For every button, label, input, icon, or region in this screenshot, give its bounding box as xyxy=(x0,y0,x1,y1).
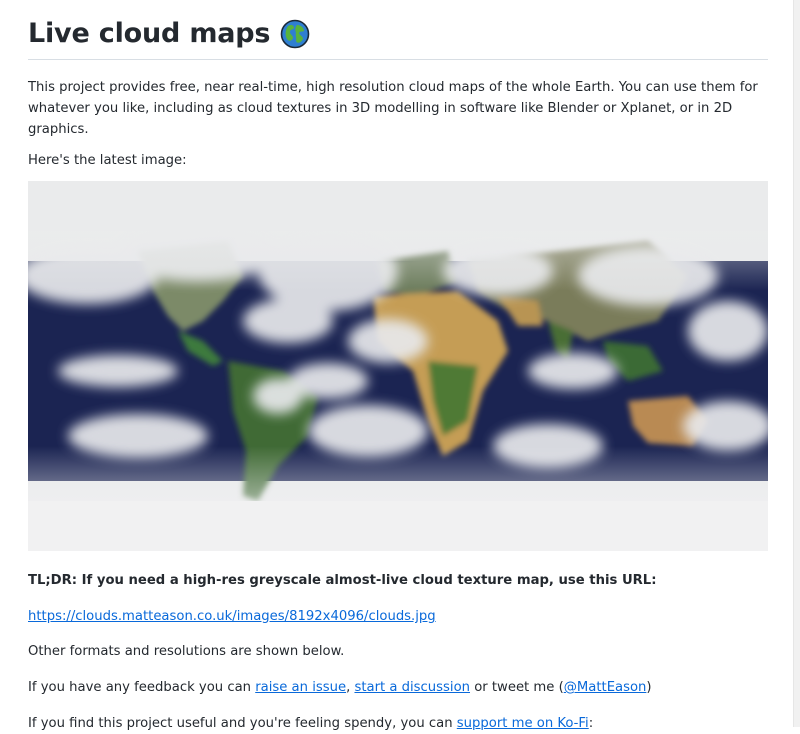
cloud-map-url-link[interactable]: https://clouds.matteason.co.uk/images/81… xyxy=(28,609,436,624)
tldr-text: TL;DR: If you need a high-res greyscale … xyxy=(28,573,657,588)
latest-image-label: Here's the latest image: xyxy=(28,153,187,168)
support-prefix: If you find this project useful and you'… xyxy=(28,716,457,731)
page-title-text: Live cloud maps xyxy=(28,18,271,49)
globe-icon xyxy=(280,19,310,49)
feedback-suffix: ) xyxy=(646,680,652,695)
formats-note: Other formats and resolutions are shown … xyxy=(28,644,345,659)
intro-paragraph: This project provides free, near real-ti… xyxy=(28,80,758,137)
feedback-paragraph: If you have any feedback you can raise a… xyxy=(28,677,768,698)
cloud-map-image xyxy=(28,181,768,551)
title-divider xyxy=(28,59,768,60)
support-suffix: : xyxy=(588,716,594,731)
cloud-url-line: https://clouds.matteason.co.uk/images/81… xyxy=(28,606,768,627)
feedback-middle: or tweet me ( xyxy=(470,680,564,695)
support-paragraph: If you find this project useful and you'… xyxy=(28,713,768,734)
twitter-handle-link[interactable]: @MattEason xyxy=(564,680,647,695)
start-discussion-link[interactable]: start a discussion xyxy=(354,680,470,695)
feedback-prefix: If you have any feedback you can xyxy=(28,680,256,695)
kofi-link[interactable]: support me on Ko-Fi xyxy=(457,716,589,731)
page-title: Live cloud maps xyxy=(28,14,768,54)
readme-content: Live cloud maps This project provides fr… xyxy=(28,0,768,734)
scrollbar[interactable] xyxy=(793,0,800,727)
raise-issue-link[interactable]: raise an issue xyxy=(255,680,346,695)
